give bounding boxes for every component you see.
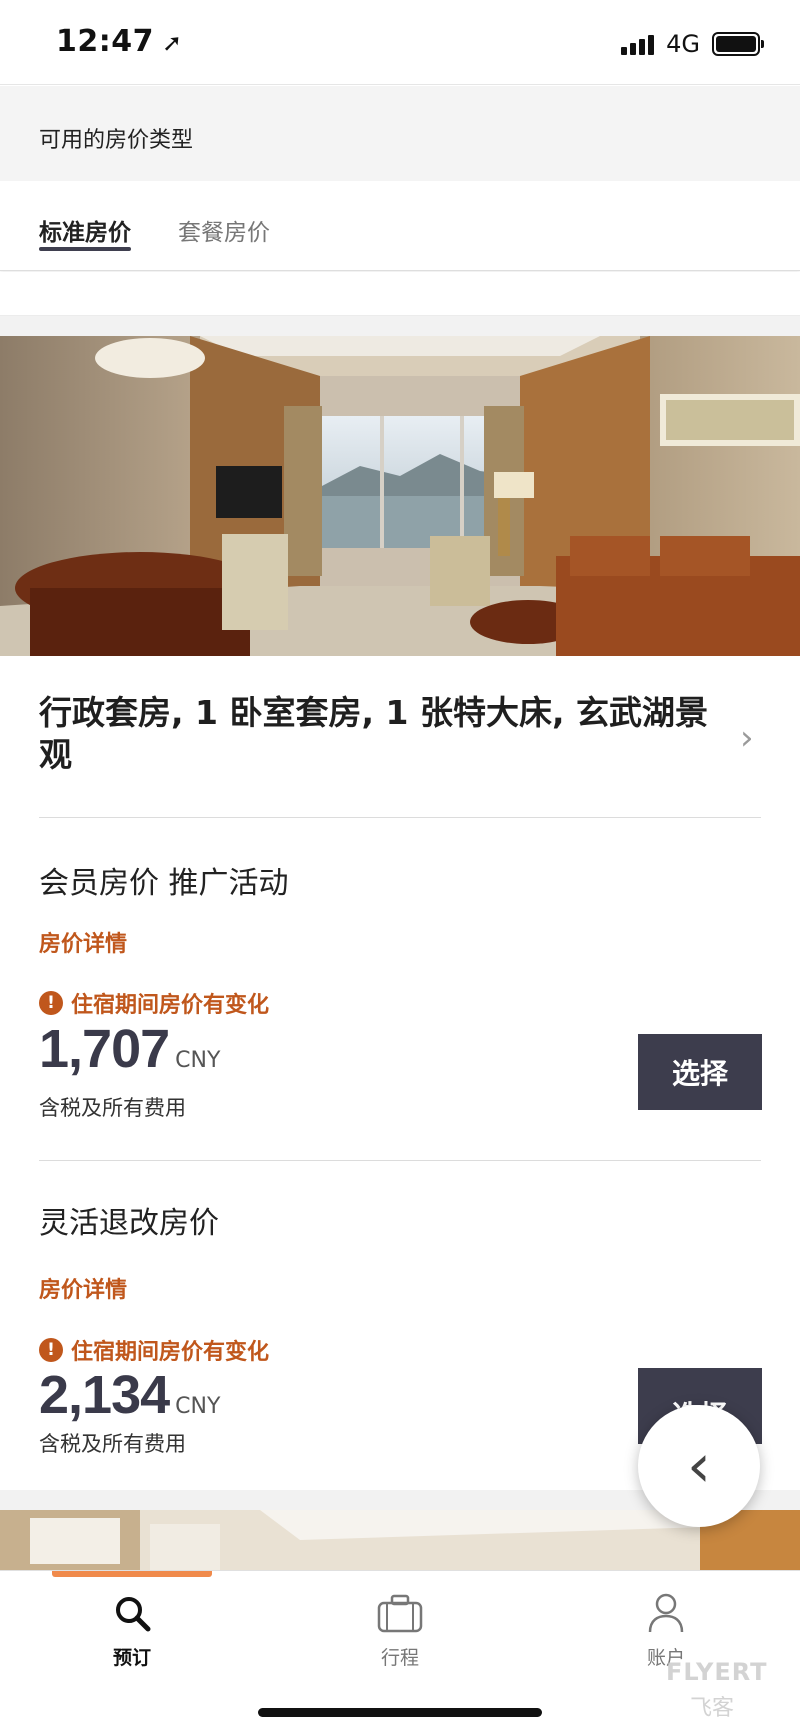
room-name[interactable]: 行政套房, 1 卧室套房, 1 张特大床, 玄武湖景观 (39, 692, 739, 776)
chevron-right-icon[interactable]: › (740, 718, 754, 758)
rate-change-warning: ! 住宿期间房价有变化 (39, 1334, 269, 1366)
chevron-left-icon: ‹ (687, 1431, 711, 1501)
watermark: FLYERT (666, 1658, 768, 1686)
tab-package-rates[interactable]: 套餐房价 (178, 213, 270, 247)
rate-details-link[interactable]: 房价详情 (39, 926, 127, 958)
price: 1,707 CNY (39, 1018, 220, 1080)
status-indicators: 4G (621, 30, 764, 58)
alert-icon: ! (39, 991, 63, 1015)
price-currency: CNY (175, 1394, 221, 1419)
price-amount: 2,134 (39, 1365, 170, 1425)
select-button[interactable]: 选择 (638, 1034, 762, 1110)
person-icon (606, 1589, 726, 1637)
tax-note: 含税及所有费用 (39, 1096, 186, 1120)
rate-plan-title: 灵活退改房价 (39, 1206, 219, 1241)
back-button[interactable]: ‹ (638, 1405, 760, 1527)
price-amount: 1,707 (39, 1019, 170, 1079)
room-photo[interactable] (0, 336, 800, 656)
rate-change-warning-text: 住宿期间房价有变化 (71, 1340, 270, 1365)
nav-label: 预订 (112, 1647, 151, 1669)
status-time: 12:47 ➚ (56, 24, 183, 59)
network-type: 4G (666, 30, 700, 58)
nav-label: 行程 (380, 1647, 419, 1669)
rate-types-header: 可用的房价类型 (0, 86, 800, 181)
active-tab-indicator (39, 247, 131, 251)
status-bar: 12:47 ➚ 4G (0, 0, 800, 85)
location-arrow-icon: ➚ (162, 29, 183, 57)
rate-plan-title: 会员房价 推广活动 (39, 866, 289, 901)
rate-change-warning-text: 住宿期间房价有变化 (71, 993, 270, 1018)
nav-item-trips[interactable]: 行程 (340, 1589, 460, 1670)
tab-standard-rates[interactable]: 标准房价 (39, 213, 131, 247)
home-indicator[interactable] (258, 1708, 542, 1717)
rate-types-title: 可用的房价类型 (39, 128, 194, 153)
price-currency: CNY (175, 1048, 221, 1073)
briefcase-icon (340, 1589, 460, 1637)
divider (39, 817, 761, 818)
price: 2,134 CNY (39, 1364, 220, 1426)
section-separator (0, 316, 800, 336)
rate-type-tabs: 标准房价 套餐房价 (0, 181, 800, 271)
watermark-sub: 飞客 (690, 1696, 735, 1721)
rate-change-warning: ! 住宿期间房价有变化 (39, 987, 269, 1019)
search-icon (72, 1589, 192, 1637)
nav-item-book[interactable]: 预订 (72, 1589, 192, 1670)
tax-note: 含税及所有费用 (39, 1432, 186, 1456)
bottom-nav: 预订 行程 账户 (0, 1570, 800, 1731)
battery-icon (712, 32, 764, 56)
alert-icon: ! (39, 1338, 63, 1362)
divider (39, 1160, 761, 1161)
spacer (0, 272, 800, 316)
rate-details-link[interactable]: 房价详情 (39, 1272, 127, 1304)
signal-icon (621, 33, 655, 55)
active-nav-indicator (52, 1571, 212, 1577)
